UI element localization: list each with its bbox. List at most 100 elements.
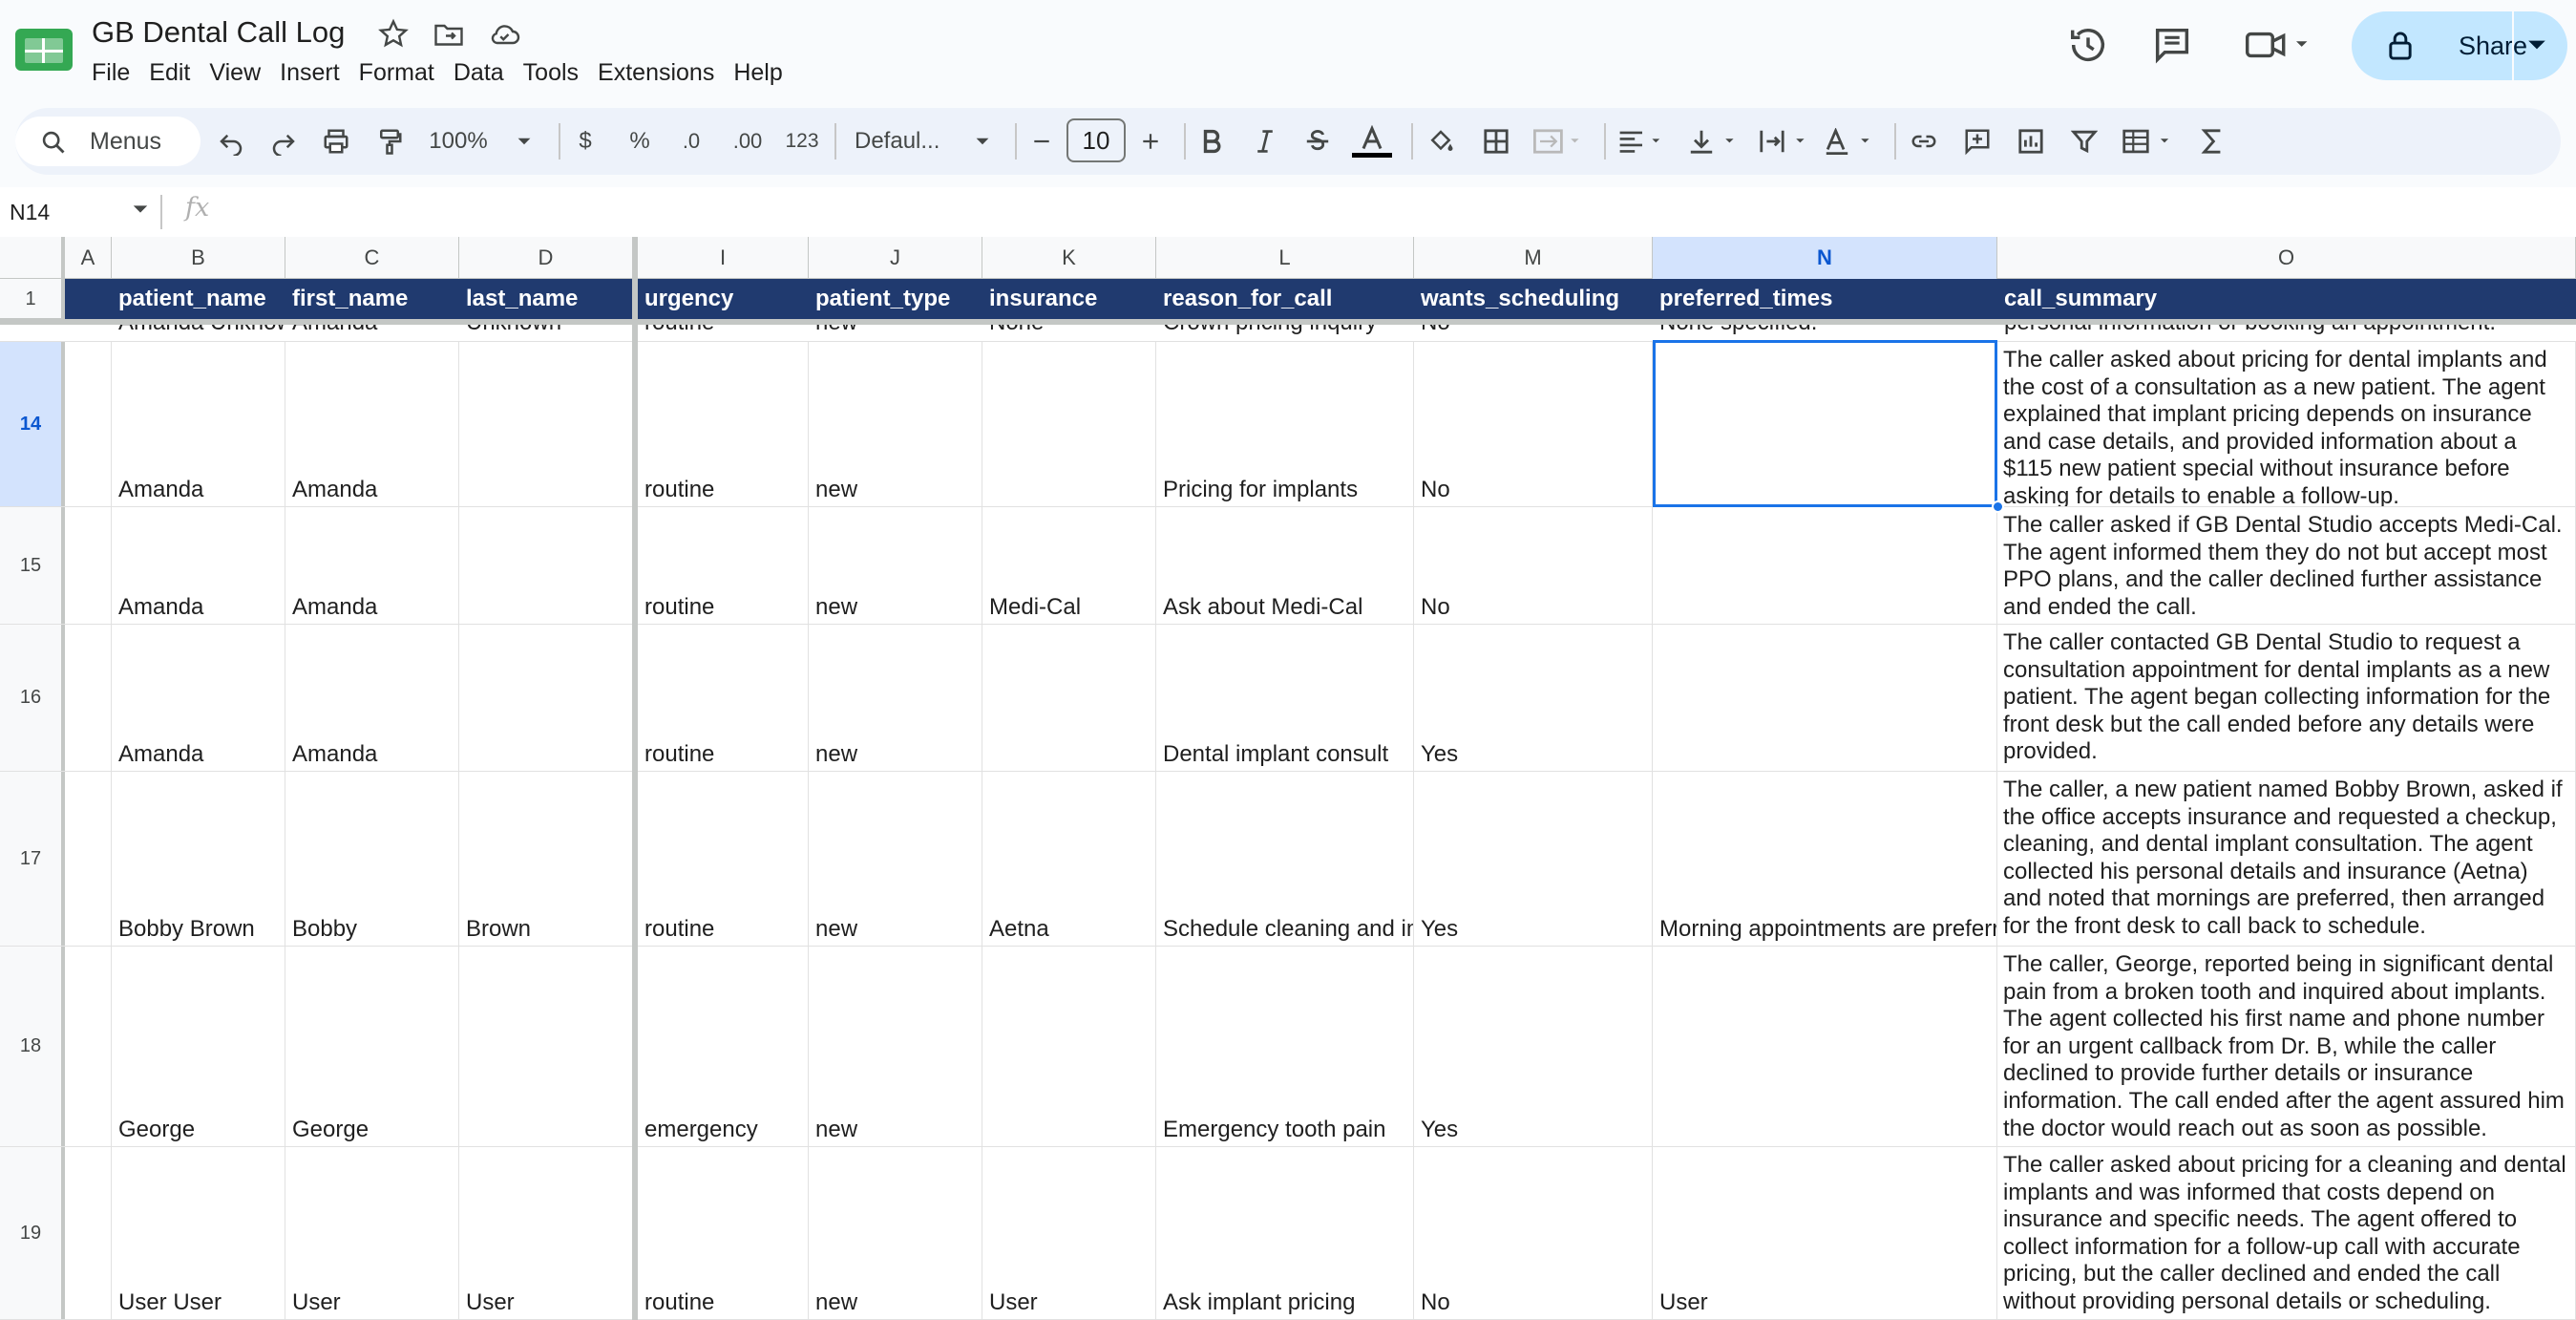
- cell-c[interactable]: Amanda: [285, 507, 459, 624]
- strikethrough-icon[interactable]: [1300, 121, 1335, 161]
- call-summary-cell[interactable]: The caller asked about pricing for denta…: [1997, 342, 2576, 506]
- column-header-i[interactable]: I: [638, 237, 809, 279]
- cell-m[interactable]: No: [1414, 1147, 1653, 1319]
- partial-row-cell-b[interactable]: Amanda Unknown: [112, 325, 285, 336]
- wrap-icon[interactable]: [1759, 121, 1812, 161]
- filter-icon[interactable]: [2066, 121, 2102, 161]
- cell-d[interactable]: User: [459, 1147, 633, 1319]
- cell-k[interactable]: [982, 342, 1156, 506]
- text-color-icon[interactable]: [1350, 121, 1394, 161]
- column-header-k[interactable]: K: [982, 237, 1156, 279]
- chevron-down-icon[interactable]: [2526, 34, 2547, 55]
- cell-k[interactable]: [982, 625, 1156, 771]
- menu-tools[interactable]: Tools: [514, 55, 588, 90]
- cell-m[interactable]: Yes: [1414, 772, 1653, 946]
- comment-icon[interactable]: [2150, 23, 2194, 67]
- partial-row-cell-c[interactable]: Amanda: [285, 325, 459, 336]
- print-icon[interactable]: [317, 121, 355, 161]
- menu-data[interactable]: Data: [444, 55, 514, 90]
- header-cell-i[interactable]: urgency: [638, 279, 809, 319]
- header-cell-c[interactable]: first_name: [285, 279, 459, 319]
- undo-icon[interactable]: [212, 121, 250, 161]
- cloud-status-icon[interactable]: [487, 17, 521, 52]
- cell-c[interactable]: User: [285, 1147, 459, 1319]
- cell-b[interactable]: Amanda: [112, 625, 285, 771]
- cell-l[interactable]: Ask about Medi-Cal: [1156, 507, 1414, 624]
- link-icon[interactable]: [1906, 121, 1942, 161]
- cell-k[interactable]: User: [982, 1147, 1156, 1319]
- cell-d[interactable]: [459, 342, 633, 506]
- menu-edit[interactable]: Edit: [139, 55, 200, 90]
- increase-font-size-button[interactable]: [1136, 121, 1165, 161]
- row-header-17[interactable]: 17: [0, 772, 65, 946]
- column-header-c[interactable]: C: [285, 237, 459, 279]
- row-header-1[interactable]: 1: [0, 279, 65, 319]
- cell-a[interactable]: [65, 342, 112, 506]
- cell-k[interactable]: [982, 947, 1156, 1146]
- valign-icon[interactable]: [1688, 121, 1742, 161]
- row-header-14[interactable]: 14: [0, 342, 65, 506]
- column-header-l[interactable]: L: [1156, 237, 1414, 279]
- zoom-select[interactable]: 100%: [424, 121, 493, 161]
- cell-i[interactable]: routine: [638, 772, 809, 946]
- decrease-decimal-button[interactable]: .0: [674, 121, 708, 161]
- partial-row-cell-o[interactable]: personal information or booking an appoi…: [1997, 325, 2576, 336]
- freeze-row-divider[interactable]: [0, 319, 2576, 325]
- call-summary-cell[interactable]: The caller, a new patient named Bobby Br…: [1997, 772, 2576, 946]
- fill-handle[interactable]: [1992, 500, 2004, 513]
- header-cell-k[interactable]: insurance: [982, 279, 1156, 319]
- cell-b[interactable]: George: [112, 947, 285, 1146]
- column-header-d[interactable]: D: [459, 237, 633, 279]
- percent-button[interactable]: %: [625, 121, 654, 161]
- header-cell-j[interactable]: patient_type: [809, 279, 982, 319]
- font-select[interactable]: Defaul...: [855, 121, 969, 161]
- cell-a[interactable]: [65, 947, 112, 1146]
- name-box[interactable]: N14: [10, 195, 50, 229]
- header-cell-d[interactable]: last_name: [459, 279, 633, 319]
- menus-search[interactable]: Menus: [15, 117, 201, 166]
- italic-icon[interactable]: [1249, 121, 1281, 161]
- cell-l[interactable]: Emergency tooth pain: [1156, 947, 1414, 1146]
- borders-icon[interactable]: [1478, 121, 1514, 161]
- column-header-b[interactable]: B: [112, 237, 285, 279]
- cell-b[interactable]: User User: [112, 1147, 285, 1319]
- cell-a[interactable]: [65, 625, 112, 771]
- cell-n[interactable]: User: [1653, 1147, 1997, 1319]
- chevron-down-icon[interactable]: [514, 121, 535, 161]
- menu-format[interactable]: Format: [349, 55, 444, 90]
- menu-view[interactable]: View: [200, 55, 270, 90]
- cell-i[interactable]: routine: [638, 1147, 809, 1319]
- chevron-down-icon[interactable]: [132, 201, 149, 218]
- cell-a[interactable]: [65, 507, 112, 624]
- column-header-n[interactable]: N: [1653, 237, 1997, 279]
- cell-b[interactable]: Amanda: [112, 342, 285, 506]
- row-header-16[interactable]: 16: [0, 625, 65, 771]
- formula-input[interactable]: [229, 195, 2521, 229]
- cell-d[interactable]: [459, 947, 633, 1146]
- cell-i[interactable]: routine: [638, 625, 809, 771]
- cell-i[interactable]: emergency: [638, 947, 809, 1146]
- column-header-j[interactable]: J: [809, 237, 982, 279]
- cell-b[interactable]: Bobby Brown: [112, 772, 285, 946]
- column-header-a[interactable]: A: [65, 237, 112, 279]
- cell-d[interactable]: [459, 507, 633, 624]
- row-header-19[interactable]: 19: [0, 1147, 65, 1319]
- partial-row-cell-m[interactable]: No: [1414, 325, 1653, 336]
- header-cell-n[interactable]: preferred_times: [1653, 279, 1997, 319]
- functions-icon[interactable]: [2196, 121, 2228, 161]
- cell-b[interactable]: Amanda: [112, 507, 285, 624]
- header-cell-l[interactable]: reason_for_call: [1156, 279, 1414, 319]
- cell-l[interactable]: Ask implant pricing: [1156, 1147, 1414, 1319]
- cell-n[interactable]: Morning appointments are preferred.: [1653, 772, 1997, 946]
- cell-m[interactable]: Yes: [1414, 625, 1653, 771]
- select-all-corner[interactable]: [0, 237, 65, 279]
- rotate-icon[interactable]: [1824, 121, 1877, 161]
- call-summary-cell[interactable]: The caller asked if GB Dental Studio acc…: [1997, 507, 2576, 624]
- cell-j[interactable]: new: [809, 342, 982, 506]
- table-icon[interactable]: [2120, 121, 2181, 161]
- chevron-down-icon[interactable]: [972, 121, 993, 161]
- freeze-column-divider[interactable]: [632, 237, 638, 1320]
- cell-l[interactable]: Pricing for implants: [1156, 342, 1414, 506]
- cell-n[interactable]: [1653, 507, 1997, 624]
- cell-j[interactable]: new: [809, 1147, 982, 1319]
